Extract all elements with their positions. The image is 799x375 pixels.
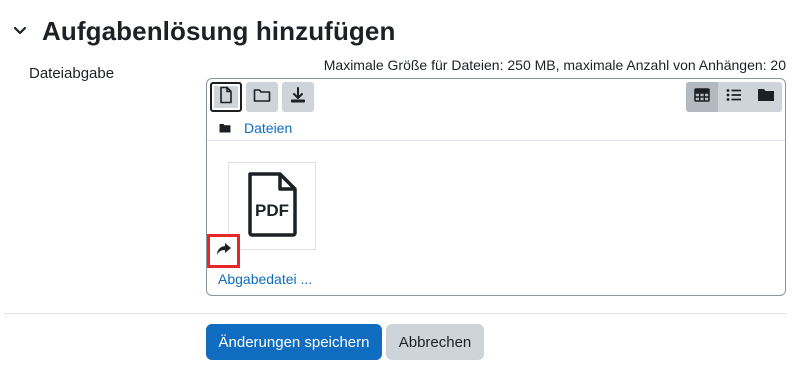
breadcrumb: Dateien bbox=[219, 120, 292, 136]
cancel-button[interactable]: Abbrechen bbox=[386, 324, 484, 360]
alias-indicator bbox=[207, 234, 240, 268]
form-divider bbox=[4, 313, 787, 314]
create-folder-icon bbox=[253, 87, 271, 108]
section-title: Aufgabenlösung hinzufügen bbox=[42, 15, 396, 46]
toolbar-divider bbox=[207, 140, 785, 141]
field-label: Dateiabgabe bbox=[29, 65, 115, 82]
list-view-button[interactable] bbox=[718, 82, 750, 112]
create-folder-button[interactable] bbox=[246, 82, 278, 112]
list-view-icon bbox=[726, 88, 742, 107]
save-changes-button[interactable]: Änderungen speichern bbox=[206, 324, 382, 360]
grid-view-button[interactable] bbox=[686, 82, 718, 112]
add-file-button[interactable] bbox=[210, 82, 242, 112]
file-manager: Dateien PDF Abgabedatei ... bbox=[206, 78, 786, 296]
file-manager-toolbar bbox=[210, 82, 314, 112]
breadcrumb-link-dateien[interactable]: Dateien bbox=[244, 120, 292, 136]
download-button[interactable] bbox=[282, 82, 314, 112]
tree-view-button[interactable] bbox=[750, 82, 782, 112]
file-limits-text: Maximale Größe für Dateien: 250 MB, maxi… bbox=[323, 57, 786, 73]
grid-view-icon bbox=[694, 87, 710, 107]
folder-icon bbox=[219, 120, 231, 136]
file-thumbnail[interactable]: PDF bbox=[228, 162, 316, 250]
add-file-icon bbox=[218, 86, 234, 109]
section-header: Aufgabenlösung hinzufügen bbox=[8, 14, 395, 48]
view-switcher bbox=[686, 82, 782, 112]
tree-view-icon bbox=[757, 87, 775, 107]
alias-arrow-icon bbox=[216, 242, 232, 261]
chevron-down-icon[interactable] bbox=[8, 19, 32, 43]
svg-text:PDF: PDF bbox=[255, 201, 289, 220]
pdf-file-icon: PDF bbox=[246, 171, 298, 242]
download-icon bbox=[289, 86, 307, 109]
file-name-link[interactable]: Abgabedatei ... bbox=[218, 271, 312, 287]
